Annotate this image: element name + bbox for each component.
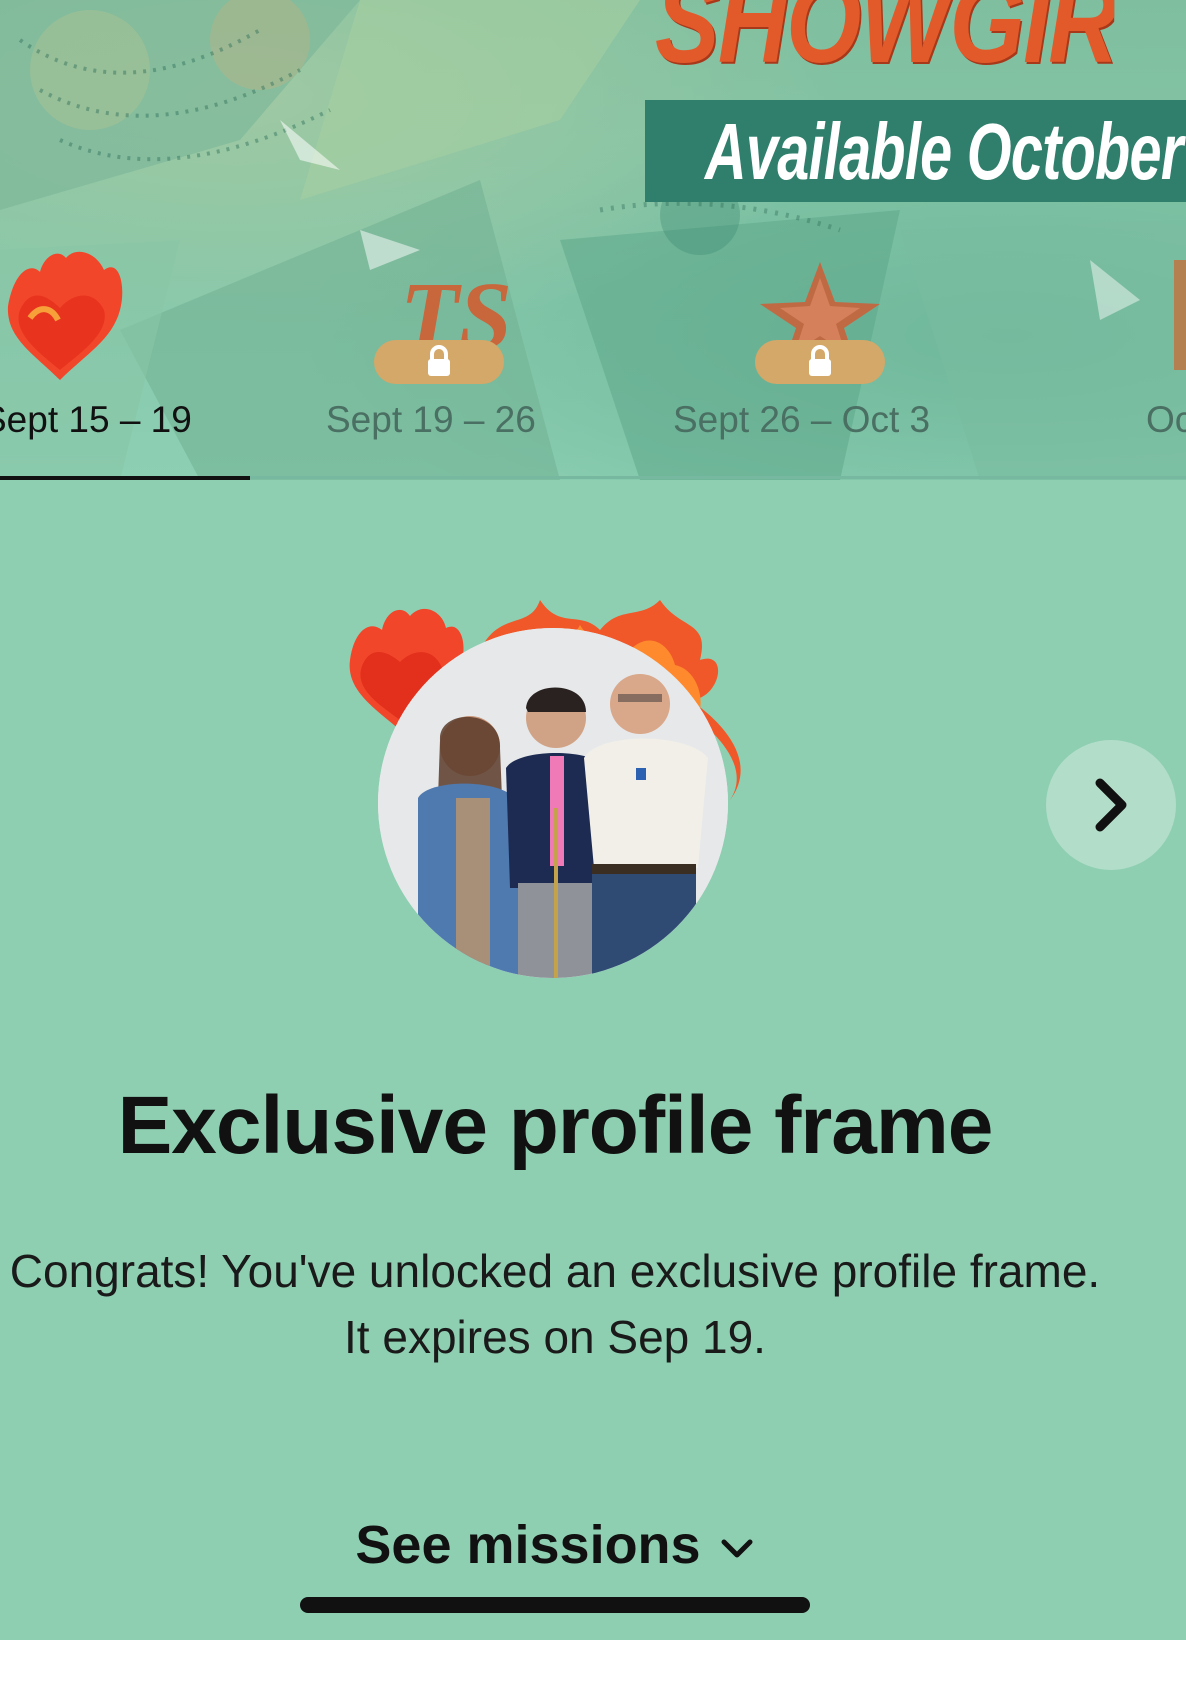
reward-title: Exclusive profile frame: [117, 1080, 994, 1171]
app-screen: SHOWGIRL Available October 3 Sept 15 – 1…: [0, 0, 1186, 1640]
next-button[interactable]: [1046, 740, 1176, 870]
fire-heart-icon: [7, 251, 123, 380]
profile-photo: [378, 628, 728, 978]
lock-icon: [809, 345, 831, 376]
home-indicator[interactable]: [300, 1597, 810, 1613]
availability-text: Available October 3: [705, 107, 1186, 196]
tab-label: Oct: [1146, 399, 1186, 440]
tab-sept-19-26[interactable]: TS Sept 19 – 26: [310, 248, 560, 448]
see-missions-label: See missions: [355, 1515, 701, 1575]
tab-oct[interactable]: Oct: [1140, 248, 1186, 448]
tab-sept-26-oct-3[interactable]: Sept 26 – Oct 3: [670, 248, 970, 448]
selected-tab-indicator: [0, 476, 250, 480]
lock-badge: [755, 340, 885, 384]
promo-banner: SHOWGIRL Available October 3 Sept 15 – 1…: [0, 0, 1186, 480]
lock-badge: [374, 340, 504, 384]
chevron-down-icon: [721, 1539, 753, 1558]
tab-label: Sept 19 – 26: [326, 399, 536, 440]
lock-icon: [428, 345, 450, 376]
tab-sept-15-19[interactable]: Sept 15 – 19: [0, 248, 250, 448]
chevron-right-icon: [1095, 778, 1127, 832]
family-photo-image: [378, 628, 728, 978]
partial-icon: [1174, 260, 1186, 370]
banner-title: SHOWGIRL: [655, 0, 1115, 82]
reward-description: Congrats! You've unlocked an exclusive p…: [9, 1245, 1101, 1363]
see-missions-button[interactable]: See missions: [0, 1512, 1110, 1578]
tab-label: Sept 26 – Oct 3: [673, 399, 931, 440]
tab-label: Sept 15 – 19: [0, 399, 192, 440]
